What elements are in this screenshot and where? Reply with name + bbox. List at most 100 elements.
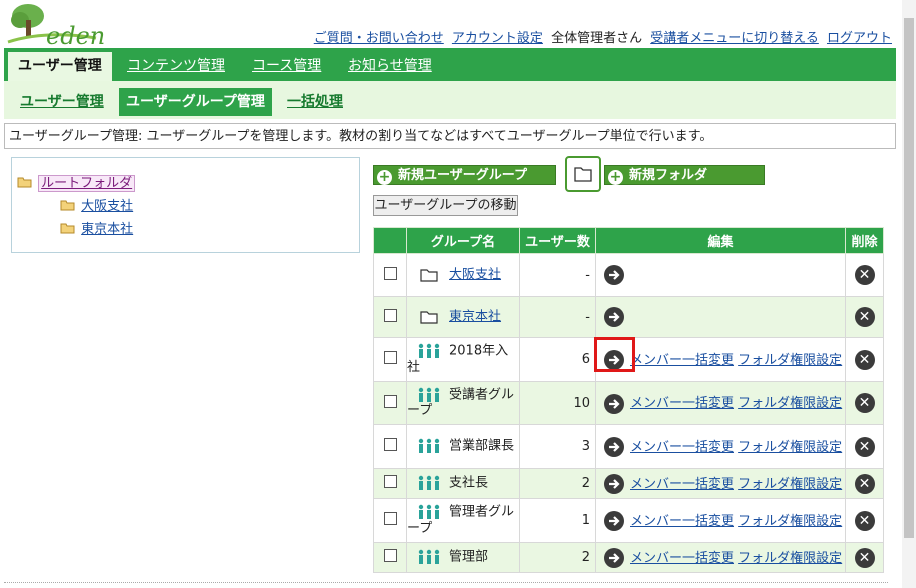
delete-icon[interactable]: ✕ — [854, 307, 875, 327]
move-group-button[interactable]: ユーザーグループの移動 — [373, 195, 518, 216]
user-group-icon — [418, 387, 440, 402]
sub-nav: ユーザー管理 ユーザーグループ管理 一括処理 — [4, 81, 896, 119]
delete-icon[interactable]: ✕ — [854, 473, 875, 494]
user-count: 6 — [519, 337, 596, 382]
tree-item-tokyo: 東京本社 — [60, 218, 133, 237]
delete-icon[interactable]: ✕ — [854, 265, 875, 285]
edit-cell: メンバー一括変更 フォルダ権限設定 — [595, 424, 846, 469]
row-checkbox-cell — [373, 253, 407, 297]
account-settings-link[interactable]: アカウント設定 — [452, 31, 543, 46]
scrollbar-thumb[interactable] — [904, 18, 914, 538]
arrow-right-icon[interactable] — [604, 393, 624, 414]
table-row: 管理部 2 メンバー一括変更 フォルダ権限設定 ✕ — [373, 542, 884, 573]
delete-icon[interactable]: ✕ — [854, 393, 875, 413]
tree-osaka-link[interactable]: 大阪支社 — [81, 199, 133, 214]
header: eden ご質問・お問い合わせ アカウント設定 全体管理者さん 受講者メニューに… — [0, 0, 902, 50]
row-checkbox-cell — [373, 424, 407, 469]
member-bulk-change-link[interactable]: メンバー一括変更 — [630, 551, 734, 566]
folder-permission-link[interactable]: フォルダ権限設定 — [738, 551, 842, 566]
eden-logo[interactable]: eden — [6, 2, 106, 50]
folder-icon — [420, 311, 438, 324]
tree-tokyo-link[interactable]: 東京本社 — [81, 222, 133, 237]
subtab-bulk[interactable]: 一括処理 — [287, 88, 343, 116]
delete-icon[interactable]: ✕ — [854, 547, 875, 568]
edit-cell: メンバー一括変更 フォルダ権限設定 — [595, 381, 846, 425]
plus-icon: + — [608, 169, 623, 185]
group-table: グループ名 ユーザー数 編集 削除 大阪支社 - ✕ 東京本社 - ✕ 2018年入社 6 メン… — [373, 227, 884, 573]
user-name: 全体管理者さん — [551, 31, 643, 46]
logout-link[interactable]: ログアウト — [827, 31, 892, 46]
delete-cell: ✕ — [845, 542, 884, 573]
folder-open-icon — [17, 177, 32, 188]
member-bulk-change-link[interactable]: メンバー一括変更 — [630, 353, 734, 368]
new-folder-button[interactable]: + 新規フォルダ — [604, 165, 765, 185]
folder-permission-link[interactable]: フォルダ権限設定 — [738, 440, 842, 455]
user-count: 2 — [519, 468, 596, 499]
group-name-cell: 管理部 — [406, 542, 520, 573]
scrollbar[interactable] — [902, 0, 916, 588]
subtab-user[interactable]: ユーザー管理 — [20, 88, 104, 116]
tab-course-management[interactable]: コース管理 — [252, 52, 321, 81]
delete-icon[interactable]: ✕ — [854, 436, 875, 457]
user-count: - — [519, 296, 596, 338]
group-name-cell: 2018年入社 — [406, 337, 520, 382]
row-checkbox[interactable] — [383, 438, 397, 451]
tab-user-management[interactable]: ユーザー管理 — [8, 52, 112, 81]
tree-root-link[interactable]: ルートフォルダ — [38, 175, 136, 192]
arrow-right-icon[interactable] — [604, 265, 624, 285]
row-checkbox[interactable] — [383, 475, 397, 488]
arrow-right-icon[interactable] — [604, 307, 624, 327]
edit-cell: メンバー一括変更 フォルダ権限設定 — [595, 498, 846, 543]
folder-permission-link[interactable]: フォルダ権限設定 — [738, 353, 842, 368]
row-checkbox[interactable] — [383, 266, 397, 280]
row-checkbox[interactable] — [383, 394, 397, 408]
user-group-icon — [418, 344, 440, 359]
folder-permission-link[interactable]: フォルダ権限設定 — [738, 396, 842, 411]
delete-cell: ✕ — [845, 381, 884, 425]
switch-menu-link[interactable]: 受講者メニューに切り替える — [650, 31, 819, 46]
new-group-button[interactable]: + 新規ユーザーグループ — [373, 165, 556, 185]
member-bulk-change-link[interactable]: メンバー一括変更 — [630, 440, 734, 455]
arrow-right-icon[interactable] — [604, 548, 624, 569]
tab-content-management[interactable]: コンテンツ管理 — [127, 52, 225, 81]
member-bulk-change-link[interactable]: メンバー一括変更 — [630, 477, 734, 492]
folder-toggle-button[interactable] — [565, 156, 601, 192]
arrow-right-icon[interactable] — [604, 437, 624, 458]
folder-icon — [574, 167, 592, 182]
delete-icon[interactable]: ✕ — [854, 349, 875, 370]
tree-item-osaka: 大阪支社 — [60, 195, 133, 214]
table-row: 支社長 2 メンバー一括変更 フォルダ権限設定 ✕ — [373, 468, 884, 499]
member-bulk-change-link[interactable]: メンバー一括変更 — [630, 514, 734, 529]
row-checkbox[interactable] — [383, 512, 397, 525]
subtab-user-group[interactable]: ユーザーグループ管理 — [119, 88, 272, 116]
header-edit: 編集 — [595, 227, 846, 254]
row-checkbox[interactable] — [383, 351, 397, 364]
edit-cell — [595, 253, 846, 297]
folder-permission-link[interactable]: フォルダ権限設定 — [738, 514, 842, 529]
header-user-count: ユーザー数 — [519, 227, 596, 254]
delete-icon[interactable]: ✕ — [854, 510, 875, 531]
edit-cell: メンバー一括変更 フォルダ権限設定 — [595, 468, 846, 499]
new-folder-label: 新規フォルダ — [629, 168, 708, 183]
group-name-cell: 大阪支社 — [406, 253, 520, 297]
edit-cell: メンバー一括変更 フォルダ権限設定 — [595, 542, 846, 573]
arrow-right-icon[interactable] — [604, 474, 624, 495]
main-nav: ユーザー管理 コンテンツ管理 コース管理 お知らせ管理 — [4, 48, 896, 81]
folder-permission-link[interactable]: フォルダ権限設定 — [738, 477, 842, 492]
top-links: ご質問・お問い合わせ アカウント設定 全体管理者さん 受講者メニューに切り替える… — [310, 27, 892, 46]
member-bulk-change-link[interactable]: メンバー一括変更 — [630, 396, 734, 411]
row-checkbox[interactable] — [383, 549, 397, 562]
row-checkbox-cell — [373, 381, 407, 425]
delete-cell: ✕ — [845, 253, 884, 297]
header-delete: 削除 — [845, 227, 884, 254]
contact-link[interactable]: ご質問・お問い合わせ — [314, 31, 444, 46]
delete-cell: ✕ — [845, 498, 884, 543]
row-checkbox[interactable] — [383, 308, 397, 322]
group-name-link[interactable]: 東京本社 — [449, 309, 501, 324]
tab-notice-management[interactable]: お知らせ管理 — [348, 52, 432, 81]
arrow-right-icon[interactable] — [604, 511, 624, 532]
group-name-link[interactable]: 大阪支社 — [449, 267, 501, 282]
group-name: 支社長 — [449, 475, 489, 491]
row-checkbox-cell — [373, 542, 407, 573]
table-row: 管理者グループ 1 メンバー一括変更 フォルダ権限設定 ✕ — [373, 498, 884, 543]
